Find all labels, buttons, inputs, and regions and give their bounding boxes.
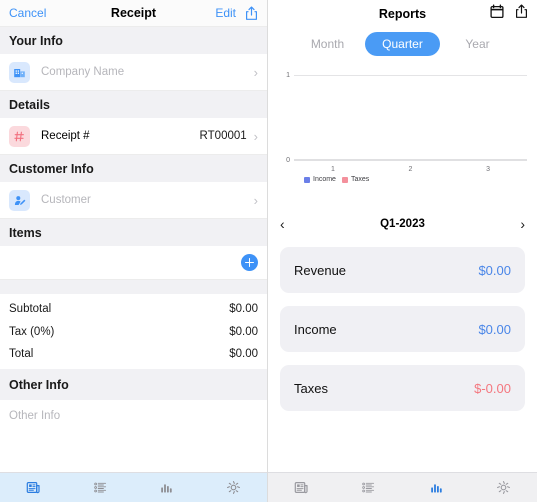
card-value-revenue: $0.00 bbox=[478, 262, 511, 278]
company-name-placeholder: Company Name bbox=[41, 66, 125, 78]
card-taxes[interactable]: Taxes $-0.00 bbox=[280, 365, 525, 411]
chart-plot-area: 1 0 1 2 3 bbox=[286, 72, 527, 173]
other-info-placeholder: Other Info bbox=[9, 409, 61, 422]
period-navigator: ‹ Q1-2023 › bbox=[268, 211, 537, 237]
card-income[interactable]: Income $0.00 bbox=[280, 306, 525, 352]
gridline-top bbox=[294, 75, 527, 76]
navbar-actions bbox=[490, 3, 528, 24]
total-row-total: Total $0.00 bbox=[9, 343, 258, 366]
bar-chart-icon bbox=[161, 484, 173, 493]
calendar-icon[interactable] bbox=[490, 4, 504, 24]
chevron-right-icon: › bbox=[253, 128, 258, 144]
period-segmented-control: Month Quarter Year bbox=[268, 27, 537, 61]
edit-button[interactable]: Edit bbox=[215, 6, 236, 20]
receipt-navbar: Cancel Receipt Edit bbox=[0, 0, 267, 27]
card-value-taxes: $-0.00 bbox=[474, 380, 511, 396]
items-add-row bbox=[0, 246, 267, 280]
customer-row[interactable]: Customer › bbox=[0, 182, 267, 219]
section-header-items: Items bbox=[0, 219, 267, 246]
total-amount: $0.00 bbox=[229, 348, 258, 361]
reports-navbar: Reports bbox=[268, 0, 537, 27]
tab-settings[interactable] bbox=[470, 480, 537, 495]
tax-label: Tax (0%) bbox=[9, 325, 55, 338]
segment-year[interactable]: Year bbox=[440, 32, 515, 56]
left-tabbar bbox=[0, 472, 267, 502]
tab-receipts[interactable] bbox=[268, 480, 335, 495]
receipt-number-label: Receipt # bbox=[41, 130, 90, 142]
total-label: Total bbox=[9, 348, 34, 361]
subtotal-amount: $0.00 bbox=[229, 303, 258, 316]
y-tick-0: 0 bbox=[286, 157, 290, 164]
other-info-input[interactable]: Other Info bbox=[0, 399, 267, 432]
chart-box: 1 0 1 2 3 Income Taxes bbox=[278, 67, 527, 183]
previous-period-button[interactable]: ‹ bbox=[280, 217, 285, 231]
receipt-number-row[interactable]: Receipt # RT00001 › bbox=[0, 118, 267, 155]
left-content-filler bbox=[0, 431, 267, 472]
chevron-right-icon: › bbox=[253, 192, 258, 208]
chart-legend: Income Taxes bbox=[304, 176, 369, 183]
company-building-icon bbox=[9, 61, 30, 83]
items-spacer bbox=[0, 280, 267, 294]
section-header-other-info: Other Info bbox=[0, 368, 267, 400]
share-icon[interactable] bbox=[245, 6, 258, 21]
dual-panel-screenshot: Cancel Receipt Edit Your Info Company Na… bbox=[0, 0, 537, 502]
tab-list[interactable] bbox=[67, 480, 134, 495]
hash-number-icon bbox=[9, 125, 30, 147]
subtotal-label: Subtotal bbox=[9, 303, 52, 316]
list-icon bbox=[362, 482, 375, 493]
chevron-right-icon: › bbox=[253, 64, 258, 80]
card-label-income: Income bbox=[294, 321, 337, 337]
customer-placeholder: Customer bbox=[41, 194, 91, 206]
tab-receipts[interactable] bbox=[0, 480, 67, 495]
legend-label-taxes: Taxes bbox=[350, 176, 370, 183]
legend-item-income: Income bbox=[304, 176, 336, 183]
navbar-actions: Edit bbox=[215, 6, 258, 21]
bar-chart-icon bbox=[430, 484, 442, 493]
person-edit-icon bbox=[9, 189, 30, 211]
total-row-subtotal: Subtotal $0.00 bbox=[9, 298, 258, 321]
card-label-revenue: Revenue bbox=[294, 262, 347, 278]
legend-swatch-income bbox=[304, 176, 310, 183]
share-icon[interactable] bbox=[515, 3, 528, 24]
receipt-number-value: RT00001 bbox=[199, 130, 247, 142]
totals-list: Subtotal $0.00 Tax (0%) $0.00 Total $0.0… bbox=[0, 294, 267, 369]
list-icon bbox=[93, 482, 106, 493]
receipt-icon bbox=[294, 481, 308, 494]
reports-panel: Reports Month Quarter Year 1 0 1 2 3 Inc… bbox=[268, 0, 537, 502]
x-tick-1: 1 bbox=[330, 166, 335, 173]
company-name-row[interactable]: Company Name › bbox=[0, 54, 267, 91]
receipt-panel: Cancel Receipt Edit Your Info Company Na… bbox=[0, 0, 268, 502]
current-period-label: Q1-2023 bbox=[380, 218, 425, 230]
tab-reports[interactable] bbox=[403, 480, 470, 495]
summary-cards: Revenue $0.00 Income $0.00 Taxes $-0.00 bbox=[268, 237, 537, 472]
tax-amount: $0.00 bbox=[229, 325, 258, 338]
next-period-button[interactable]: › bbox=[520, 217, 525, 231]
segment-month[interactable]: Month bbox=[290, 32, 365, 56]
legend-swatch-taxes bbox=[341, 176, 348, 183]
legend-item-taxes: Taxes bbox=[341, 176, 370, 183]
section-header-customer-info: Customer Info bbox=[0, 155, 267, 182]
segment-quarter[interactable]: Quarter bbox=[365, 32, 440, 56]
section-header-your-info: Your Info bbox=[0, 27, 267, 54]
x-tick-3: 3 bbox=[486, 166, 491, 173]
report-chart: 1 0 1 2 3 Income Taxes bbox=[268, 61, 537, 211]
card-value-income: $0.00 bbox=[478, 321, 511, 337]
total-row-tax: Tax (0%) $0.00 bbox=[9, 321, 258, 344]
right-tabbar bbox=[268, 472, 537, 502]
card-revenue[interactable]: Revenue $0.00 bbox=[280, 247, 525, 293]
add-item-button[interactable] bbox=[241, 254, 258, 271]
tab-list[interactable] bbox=[335, 480, 402, 495]
gear-icon bbox=[227, 481, 241, 494]
cancel-button[interactable]: Cancel bbox=[9, 6, 46, 20]
section-header-details: Details bbox=[0, 91, 267, 118]
axis-line-x bbox=[294, 159, 527, 161]
card-label-taxes: Taxes bbox=[294, 380, 328, 396]
legend-label-income: Income bbox=[313, 176, 336, 183]
tab-settings[interactable] bbox=[200, 480, 267, 495]
y-tick-1: 1 bbox=[286, 72, 290, 79]
tab-reports[interactable] bbox=[134, 480, 201, 495]
gear-icon bbox=[496, 481, 510, 494]
x-tick-2: 2 bbox=[408, 166, 413, 173]
receipt-icon bbox=[26, 481, 40, 494]
